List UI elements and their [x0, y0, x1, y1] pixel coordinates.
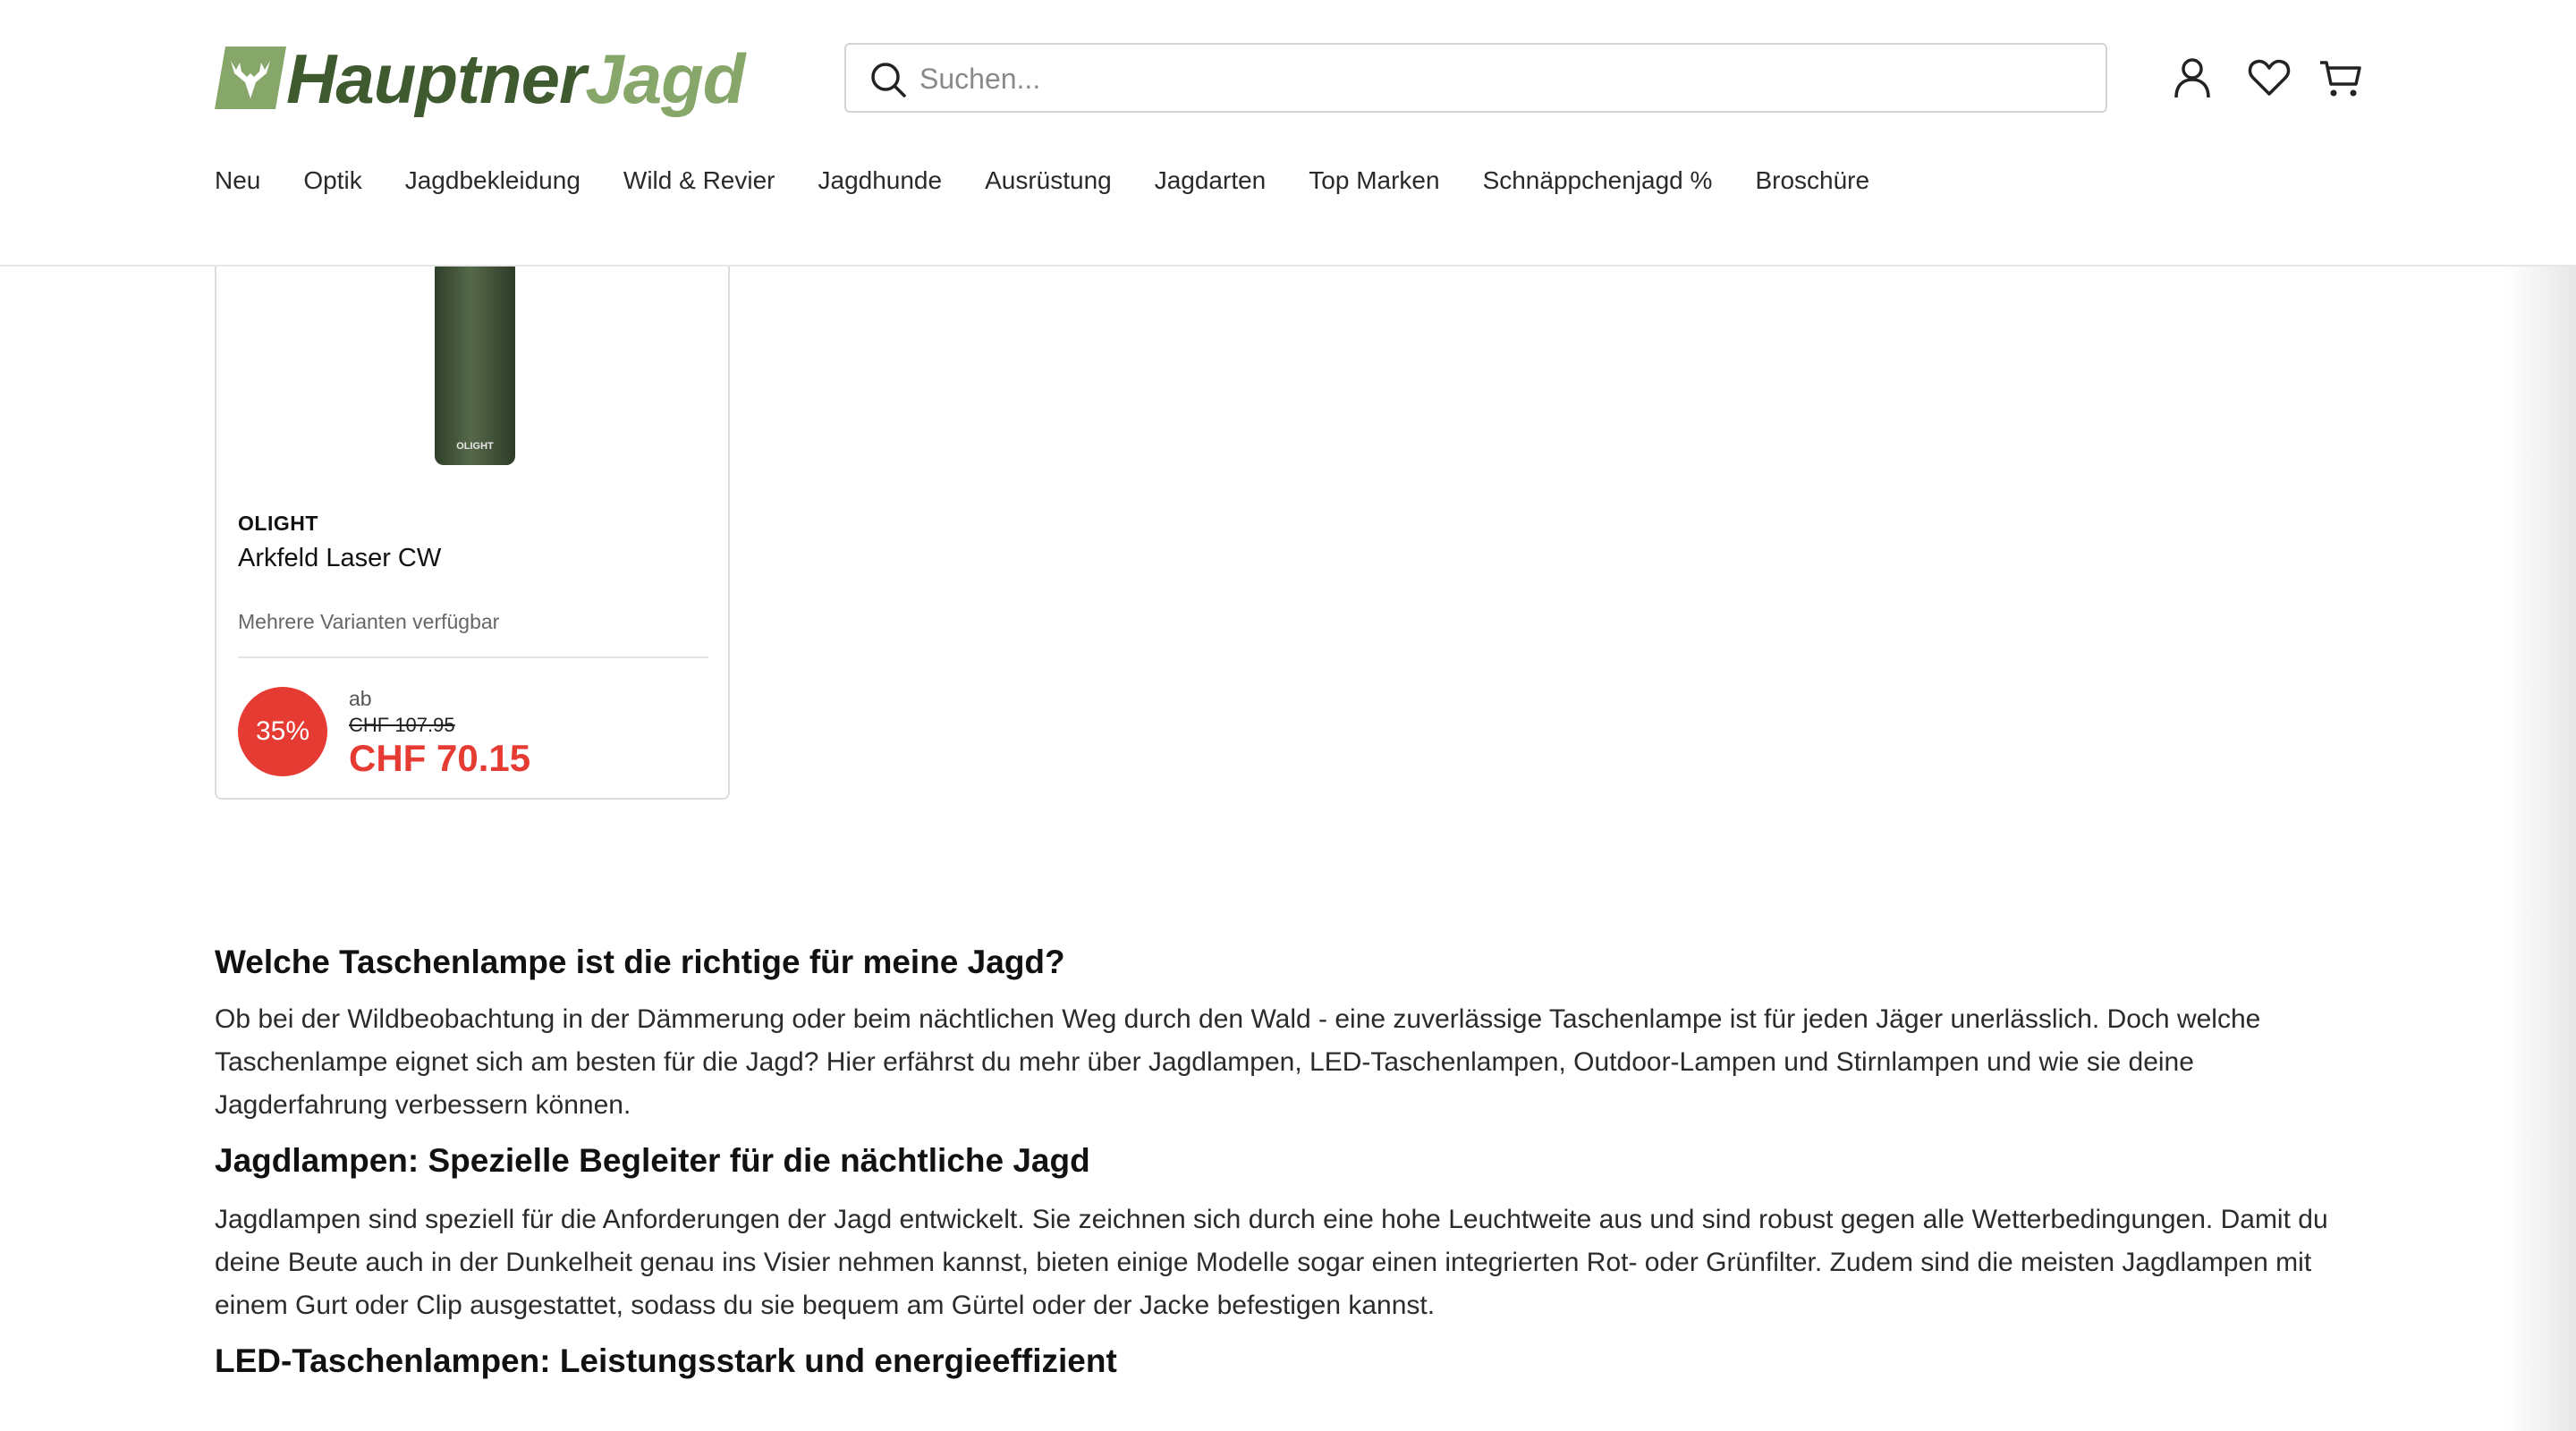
- nav-item-optik[interactable]: Optik: [303, 163, 361, 199]
- nav-item-jagdarten[interactable]: Jagdarten: [1155, 163, 1267, 199]
- heart-icon[interactable]: [2247, 55, 2292, 100]
- hauptner-jagd-logo[interactable]: HauptnerJagd: [215, 41, 787, 116]
- article-heading-3: LED-Taschenlampen: Leistungsstark und en…: [215, 1342, 1117, 1379]
- product-card[interactable]: OLIGHT OLIGHT Arkfeld Laser CW Mehrere V…: [215, 224, 730, 800]
- nav-item-jagdbekleidung[interactable]: Jagdbekleidung: [405, 163, 580, 199]
- article-heading-1: Welche Taschenlampe ist die richtige für…: [215, 944, 1065, 980]
- nav-item-wild-revier[interactable]: Wild & Revier: [623, 163, 775, 199]
- nav-item-top-marken[interactable]: Top Marken: [1309, 163, 1439, 199]
- nav-item-jagdhunde[interactable]: Jagdhunde: [818, 163, 943, 199]
- nav-item-ausruestung[interactable]: Ausrüstung: [985, 163, 1112, 199]
- search-icon[interactable]: [869, 61, 907, 98]
- deer-logo-icon: [215, 47, 286, 109]
- discount-badge: 35%: [238, 687, 327, 776]
- article-heading-2: Jagdlampen: Spezielle Begleiter für die …: [215, 1142, 1090, 1179]
- site-header: HauptnerJagd Neu Optik Jagdbekleidung Wi…: [0, 0, 2576, 267]
- product-variants: Mehrere Varianten verfügbar: [238, 610, 500, 633]
- article-paragraph-1: Ob bei der Wildbeobachtung in der Dämmer…: [215, 1004, 2261, 1120]
- nav-item-neu[interactable]: Neu: [215, 163, 260, 199]
- main-navigation: Neu Optik Jagdbekleidung Wild & Revier J…: [215, 163, 1912, 199]
- old-price: CHF 107.95: [349, 714, 455, 736]
- flashlight-product-image[interactable]: OLIGHT: [431, 259, 521, 467]
- card-divider: [238, 656, 708, 658]
- nav-item-schnaeppchenjagd[interactable]: Schnäppchenjagd %: [1483, 163, 1713, 199]
- search-box[interactable]: [844, 43, 2107, 113]
- user-icon[interactable]: [2170, 55, 2215, 100]
- article-paragraph-2: Jagdlampen sind speziell für die Anforde…: [215, 1205, 2328, 1320]
- article-content: Welche Taschenlampe ist die richtige für…: [215, 937, 2361, 1386]
- price-prefix: ab: [349, 687, 372, 710]
- logo-text: HauptnerJagd: [286, 39, 745, 118]
- product-image-label: OLIGHT: [456, 441, 494, 452]
- nav-item-broschuere[interactable]: Broschüre: [1755, 163, 1869, 199]
- sale-price: CHF 70.15: [349, 737, 531, 779]
- product-brand: OLIGHT: [238, 512, 318, 535]
- search-input[interactable]: [918, 50, 2084, 107]
- cart-icon[interactable]: [2318, 55, 2363, 100]
- product-name[interactable]: Arkfeld Laser CW: [238, 544, 441, 573]
